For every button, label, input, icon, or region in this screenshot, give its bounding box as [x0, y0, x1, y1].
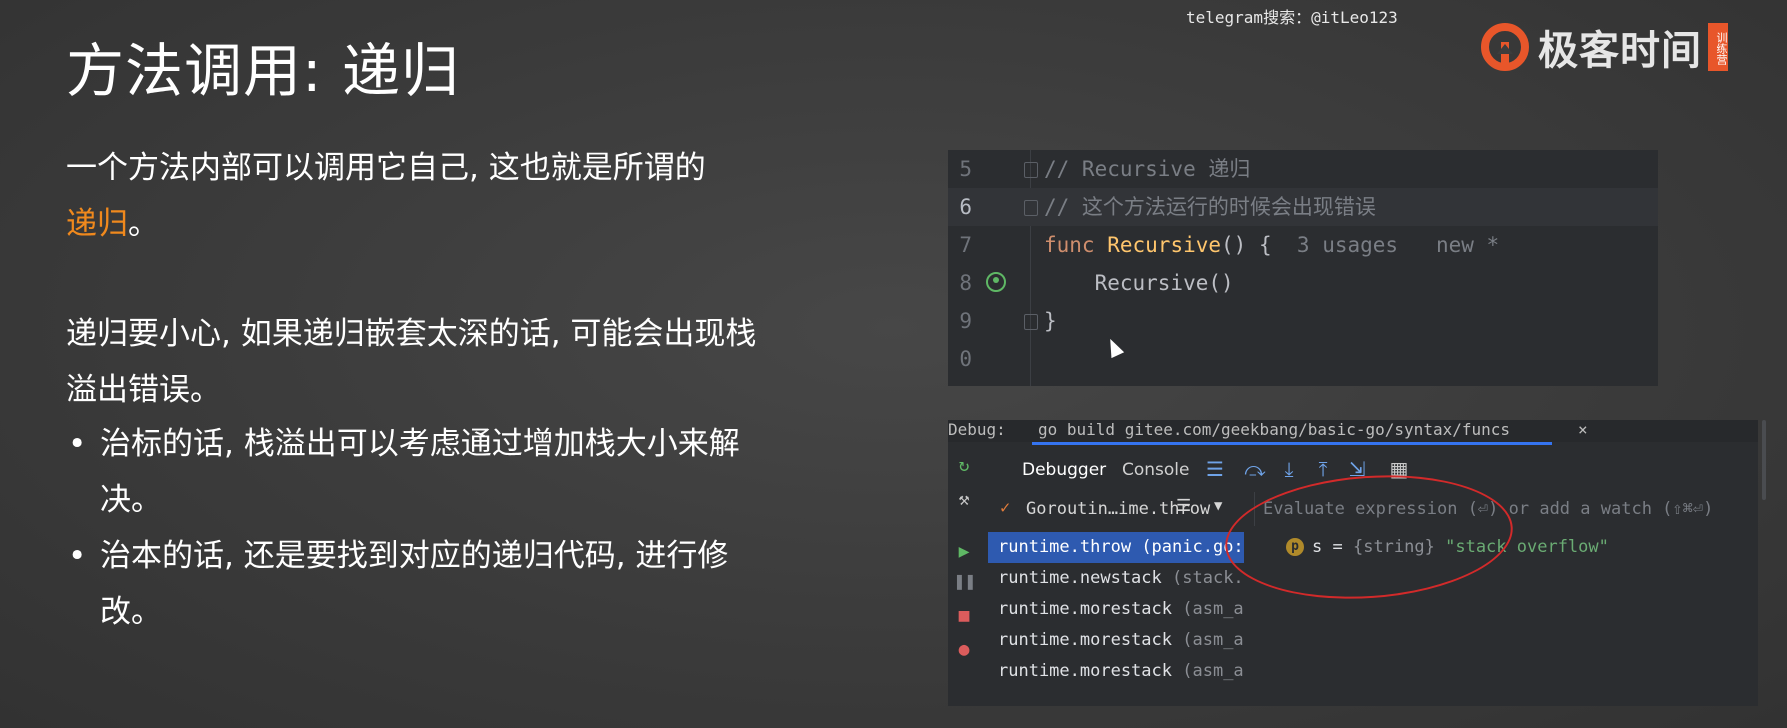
- breakpoints-icon[interactable]: ●: [954, 640, 974, 660]
- thread-selector[interactable]: ✓ Goroutin…ime.throw ☰ ▼: [988, 492, 1244, 526]
- code-line[interactable]: 7 func Recursive() { 3 usages new *: [948, 226, 1658, 264]
- recursion-keyword: 递归: [66, 206, 128, 242]
- resume-icon[interactable]: ▶: [954, 542, 974, 562]
- brand-name: 极客时间: [1538, 28, 1702, 74]
- step-out-icon[interactable]: ⤒: [1312, 458, 1334, 480]
- run-config-tab[interactable]: go build gitee.com/geekbang/basic-go/syn…: [1038, 420, 1510, 439]
- pause-icon[interactable]: ❚❚: [954, 572, 976, 592]
- stop-icon[interactable]: ■: [954, 606, 974, 626]
- tab-console[interactable]: Console: [1122, 460, 1190, 480]
- stack-frames-list: runtime.throw (panic.go:1040) runtime.ne…: [988, 532, 1244, 687]
- brand-logo: 极客时间 训练营: [1480, 18, 1728, 76]
- code-brace: }: [1044, 309, 1057, 333]
- intro-paragraph: 一个方法内部可以调用它自己, 这也就是所谓的 递归。: [66, 140, 826, 252]
- frame-location: (asm_arm64.: [1182, 630, 1244, 650]
- code-line[interactable]: 8 Recursive(): [948, 264, 1658, 302]
- geekbang-logo-icon: [1481, 23, 1529, 71]
- debug-label: Debug:: [948, 420, 1006, 439]
- frame-function: runtime.morestack: [998, 661, 1172, 681]
- recursive-call-gutter-icon[interactable]: [986, 272, 1006, 292]
- bullet-mark: •: [68, 426, 87, 462]
- code-comment: // 这个方法运行的时候会出现错误: [1044, 195, 1376, 219]
- frame-location: (asm_arm64.: [1182, 661, 1244, 681]
- step-over-icon[interactable]: ⤼: [1244, 458, 1266, 480]
- line-number: 9: [959, 309, 972, 333]
- bullet-text: 治本的话, 还是要找到对应的递归代码, 进行修改。: [100, 538, 729, 630]
- code-line[interactable]: 0: [948, 340, 1658, 378]
- fold-icon[interactable]: [1024, 162, 1038, 178]
- watermark: telegram搜索：@itLeo123: [1186, 8, 1398, 27]
- slide-title: 方法调用: 递归: [66, 37, 460, 105]
- code-call: Recursive(): [1044, 271, 1234, 295]
- usages-hint[interactable]: 3 usages new *: [1297, 233, 1499, 257]
- close-tab-icon[interactable]: ×: [1578, 420, 1588, 439]
- warning-paragraph: 递归要小心, 如果递归嵌套太深的话, 可能会出现栈溢出错误。: [66, 316, 757, 408]
- chevron-down-icon[interactable]: ▼: [1214, 498, 1222, 514]
- func-keyword: func: [1044, 233, 1095, 257]
- code-comment: // Recursive 递归: [1044, 157, 1251, 181]
- code-line[interactable]: 6 // 这个方法运行的时候会出现错误: [948, 188, 1658, 226]
- stack-frame[interactable]: runtime.morestack (asm_arm64.: [988, 656, 1244, 687]
- brand-badge: 训练营: [1708, 23, 1728, 71]
- code-line[interactable]: 5 // Recursive 递归: [948, 150, 1658, 188]
- code-func-decl: func Recursive() { 3 usages new *: [1044, 226, 1499, 264]
- stack-frame[interactable]: runtime.newstack (stack.go:11: [988, 563, 1244, 594]
- step-into-icon[interactable]: ⤓: [1278, 458, 1300, 480]
- line-number: 8: [959, 271, 972, 295]
- frame-function: runtime.morestack: [998, 630, 1172, 650]
- fold-icon[interactable]: [1024, 200, 1038, 216]
- stack-frame[interactable]: runtime.morestack (asm_arm64.: [988, 625, 1244, 656]
- frame-function: runtime.newstack: [998, 568, 1162, 588]
- function-name: Recursive: [1107, 233, 1222, 257]
- stack-frame[interactable]: runtime.throw (panic.go:1040): [988, 532, 1244, 563]
- filter-menu-icon[interactable]: ☰: [1176, 496, 1191, 516]
- line-number: 5: [959, 157, 972, 181]
- bullet-list: • 治标的话, 栈溢出可以考虑通过增加栈大小来解决。 • 治本的话, 还是要找到…: [66, 416, 826, 640]
- code-line[interactable]: 9 }: [948, 302, 1658, 340]
- intro-period: 。: [128, 206, 159, 242]
- stack-frame[interactable]: runtime.morestack (asm_arm64.: [988, 594, 1244, 625]
- line-number: 7: [959, 233, 972, 257]
- rerun-icon[interactable]: ↻: [954, 456, 974, 476]
- fold-icon[interactable]: [1024, 314, 1038, 330]
- intro-text: 一个方法内部可以调用它自己, 这也就是所谓的: [66, 150, 706, 186]
- scrollbar[interactable]: [1762, 420, 1766, 500]
- code-editor[interactable]: 5 // Recursive 递归 6 // 这个方法运行的时候会出现错误 7 …: [948, 150, 1658, 386]
- tab-debugger[interactable]: Debugger: [1022, 460, 1106, 480]
- settings-wrench-icon[interactable]: ⚒: [954, 490, 974, 510]
- line-number: 0: [959, 347, 972, 371]
- frame-function: runtime.morestack: [998, 599, 1172, 619]
- bullet-mark: •: [68, 538, 87, 574]
- bullet-text: 治标的话, 栈溢出可以考虑通过增加栈大小来解决。: [100, 426, 740, 518]
- debug-header: Debug: go build gitee.com/geekbang/basic…: [948, 420, 1758, 445]
- bullet-item: • 治标的话, 栈溢出可以考虑通过增加栈大小来解决。: [66, 416, 740, 528]
- frame-location: (asm_arm64.: [1182, 599, 1244, 619]
- layout-menu-icon[interactable]: ☰: [1204, 458, 1226, 480]
- line-number: 6: [959, 195, 972, 219]
- frame-location: (stack.go:11: [1172, 568, 1244, 588]
- bullet-item: • 治本的话, 还是要找到对应的递归代码, 进行修改。: [66, 528, 760, 640]
- active-tab-underline: [1032, 442, 1552, 445]
- check-icon: ✓: [1000, 498, 1011, 518]
- func-signature: () {: [1221, 233, 1272, 257]
- frame-function: runtime.throw: [998, 537, 1132, 557]
- debug-side-toolbar: ↻ ⚒ ▶ ❚❚ ■ ●: [948, 456, 982, 706]
